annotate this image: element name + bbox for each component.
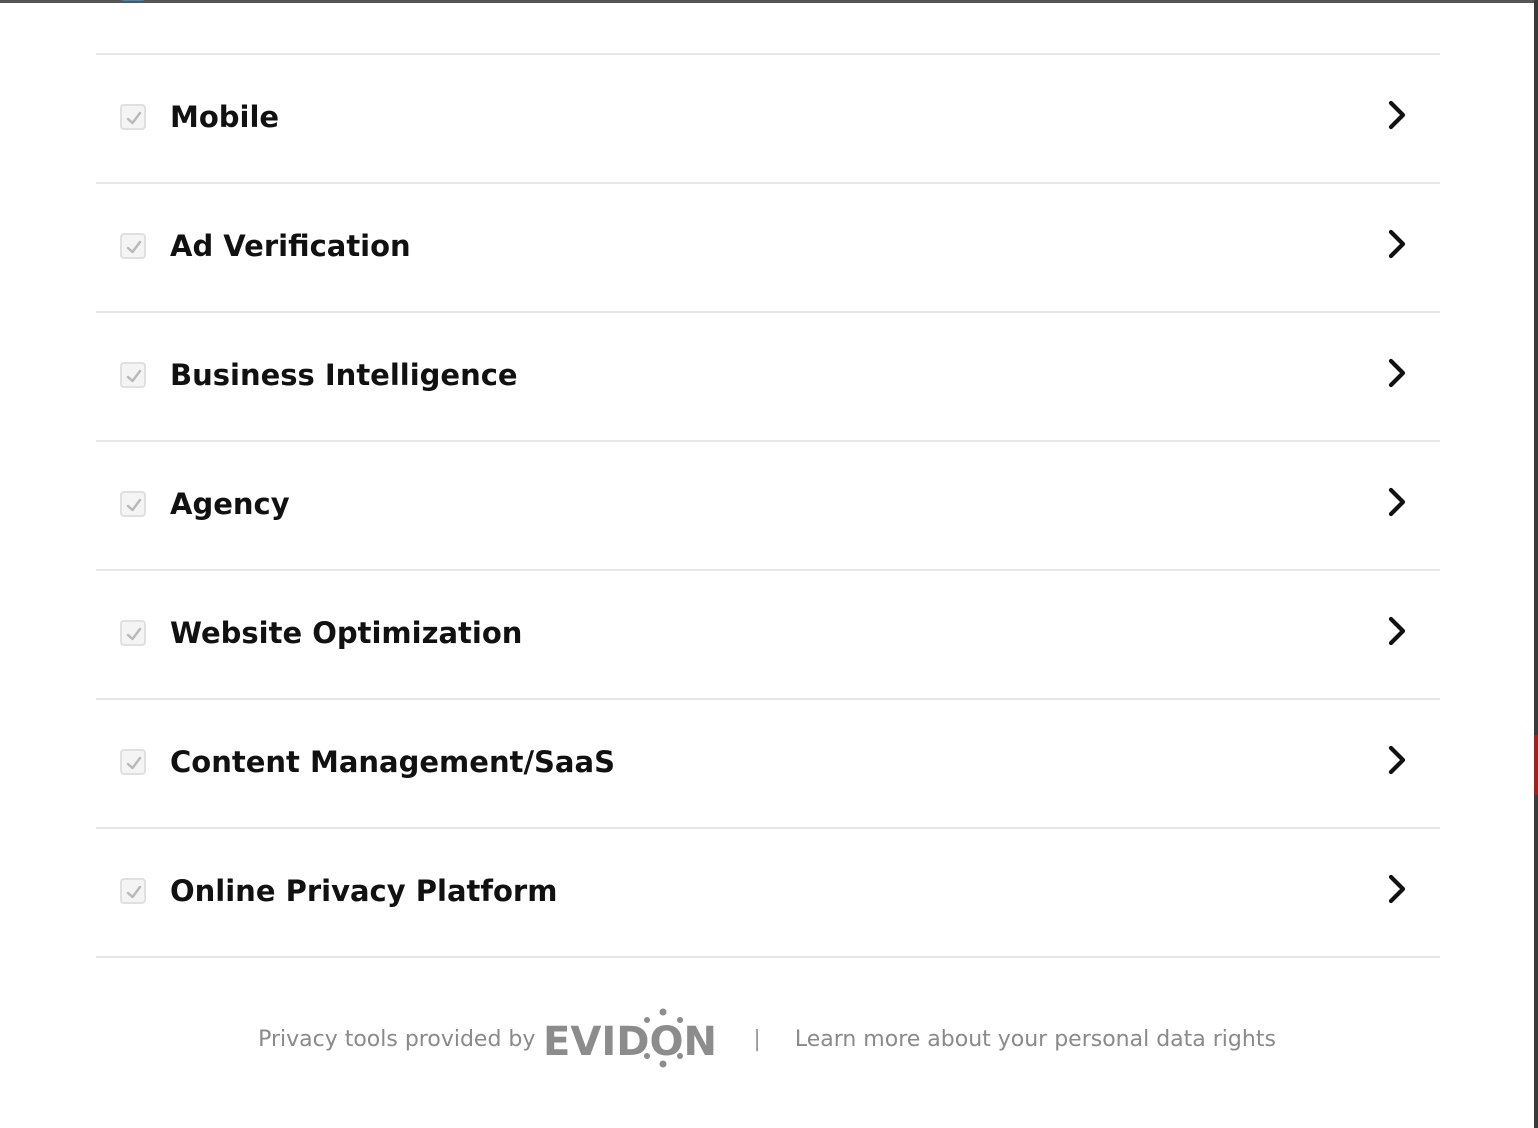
category-label: Research Provider [170,0,470,8]
category-row[interactable]: Ad Verification [96,184,1440,313]
category-row[interactable]: Content Management/SaaS [96,700,1440,829]
footer: Privacy tools provided by EVIDON | Learn… [0,1004,1534,1074]
evidon-logo-graphic: EVIDON [543,1008,717,1068]
check-icon [126,756,142,770]
chevron-right-icon[interactable] [1386,873,1410,905]
check-icon [126,240,142,254]
category-checkbox[interactable] [120,491,146,517]
category-label: Ad Verification [170,229,411,263]
category-row[interactable]: Mobile [96,55,1440,184]
evidon-logo[interactable]: EVIDON [543,1008,719,1074]
check-icon [126,111,142,125]
chevron-right-icon[interactable] [1386,486,1410,518]
category-checkbox[interactable] [120,878,146,904]
category-row[interactable]: Website Optimization [96,571,1440,700]
category-label: Online Privacy Platform [170,874,558,908]
category-label: Business Intelligence [170,358,518,392]
category-checkbox[interactable] [120,0,146,1]
category-label: Agency [170,487,290,521]
svg-text:EVIDON: EVIDON [543,1019,717,1065]
chevron-right-icon[interactable] [1386,744,1410,776]
window-right-border [1534,0,1538,1128]
chevron-right-icon[interactable] [1386,99,1410,131]
check-icon [126,627,142,641]
check-icon [126,885,142,899]
category-row[interactable]: Business Intelligence [96,313,1440,442]
category-checkbox[interactable] [120,104,146,130]
category-checkbox[interactable] [120,620,146,646]
category-label: Website Optimization [170,616,523,650]
background-accent-strip [1534,735,1538,795]
category-checkbox[interactable] [120,362,146,388]
check-icon [126,369,142,383]
category-list: Research Provider Mobile Ad Verification Bu… [96,0,1440,958]
category-checkbox[interactable] [120,749,146,775]
category-row[interactable]: Online Privacy Platform [96,829,1440,958]
category-label: Content Management/SaaS [170,745,615,779]
provided-by-text: Privacy tools provided by [258,1026,536,1052]
personal-data-rights-link[interactable]: Learn more about your personal data righ… [795,1027,1276,1052]
footer-separator: | [753,1026,761,1052]
chevron-right-icon[interactable] [1386,0,1410,2]
check-icon [126,498,142,512]
chevron-right-icon[interactable] [1386,357,1410,389]
category-label: Mobile [170,100,280,134]
category-checkbox[interactable] [120,233,146,259]
chevron-right-icon[interactable] [1386,228,1410,260]
category-row[interactable]: Research Provider [96,0,1440,55]
chevron-right-icon[interactable] [1386,615,1410,647]
category-row[interactable]: Agency [96,442,1440,571]
